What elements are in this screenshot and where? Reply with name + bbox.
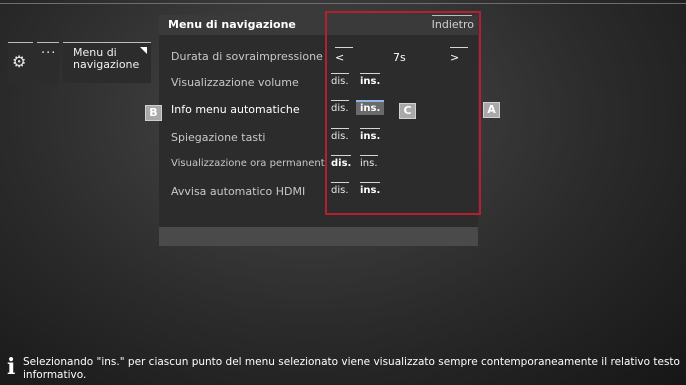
info-text: Selezionando "ins." per ciascun punto de…: [23, 356, 680, 381]
gear-icon: ⚙: [12, 52, 27, 71]
navigation-menu-tile[interactable]: Menu di navigazione: [63, 42, 151, 83]
row-label-overlay-duration[interactable]: Durata di sovraimpressione: [171, 50, 323, 63]
callout-a: A: [483, 102, 500, 118]
panel-title: Menu di navigazione: [168, 18, 296, 31]
navigation-menu-tile-label: Menu di navigazione: [73, 46, 140, 71]
row-label-key-explanation[interactable]: Spiegazione tasti: [171, 131, 265, 144]
more-icon: ···: [41, 46, 57, 61]
row-label-hdmi-auto[interactable]: Avvisa automatico HDMI: [171, 185, 305, 198]
row-label-auto-menu-info[interactable]: Info menu automatiche: [171, 103, 300, 116]
callout-b: B: [145, 105, 162, 121]
settings-tile[interactable]: ⚙: [8, 42, 33, 83]
corner-marker-icon: [140, 47, 147, 54]
row-label-volume-display[interactable]: Visualizzazione volume: [171, 76, 299, 89]
row-label-permanent-time[interactable]: Visualizzazione ora permanente: [171, 158, 327, 169]
info-icon: i: [7, 354, 16, 380]
more-tile[interactable]: ···: [37, 42, 59, 83]
top-divider: [0, 3, 686, 4]
callout-c: C: [399, 103, 416, 119]
